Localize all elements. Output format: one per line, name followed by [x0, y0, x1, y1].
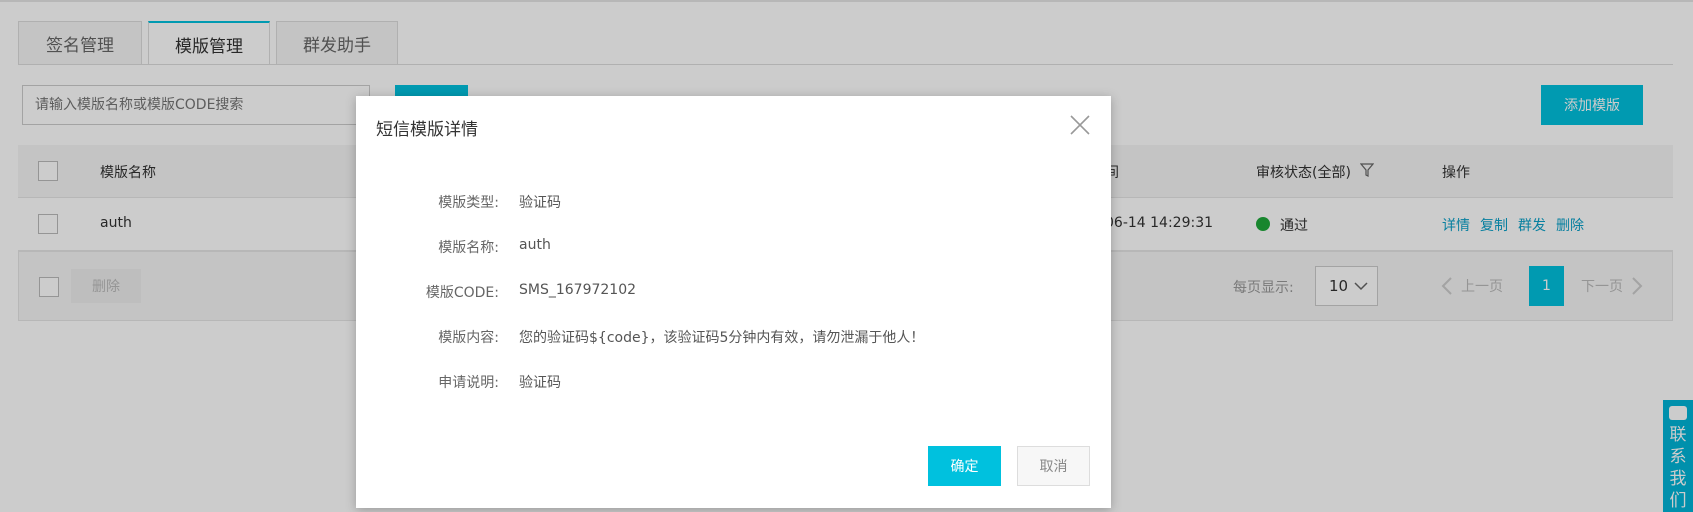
field-label: 模版CODE: [425, 285, 499, 301]
field-label: 模版名称: [438, 240, 499, 256]
field-label: 模版类型: [438, 195, 499, 211]
field-label: 申请说明: [438, 375, 499, 391]
dialog-title: 短信模版详情 [376, 120, 478, 140]
field-value: 您的验证码${code}，该验证码5分钟内有效，请勿泄漏于他人！ [519, 330, 925, 346]
template-detail-dialog: 短信模版详情 模版类型: 验证码 模版名称: auth 模版CODE: SMS_… [356, 96, 1111, 508]
field-row-description: 申请说明: 验证码 [356, 372, 1111, 392]
field-value: 验证码 [519, 375, 561, 391]
confirm-button[interactable]: 确定 [928, 446, 1001, 486]
field-row-content: 模版内容: 您的验证码${code}，该验证码5分钟内有效，请勿泄漏于他人！ [356, 327, 1111, 347]
field-row-code: 模版CODE: SMS_167972102 [356, 282, 1111, 302]
close-icon[interactable] [1069, 114, 1091, 136]
field-value: SMS_167972102 [519, 282, 637, 298]
field-row-type: 模版类型: 验证码 [356, 192, 1111, 212]
field-value: auth [519, 237, 551, 253]
cancel-button[interactable]: 取消 [1017, 446, 1090, 486]
field-value: 验证码 [519, 195, 561, 211]
field-row-name: 模版名称: auth [356, 237, 1111, 257]
field-label: 模版内容: [438, 330, 499, 346]
